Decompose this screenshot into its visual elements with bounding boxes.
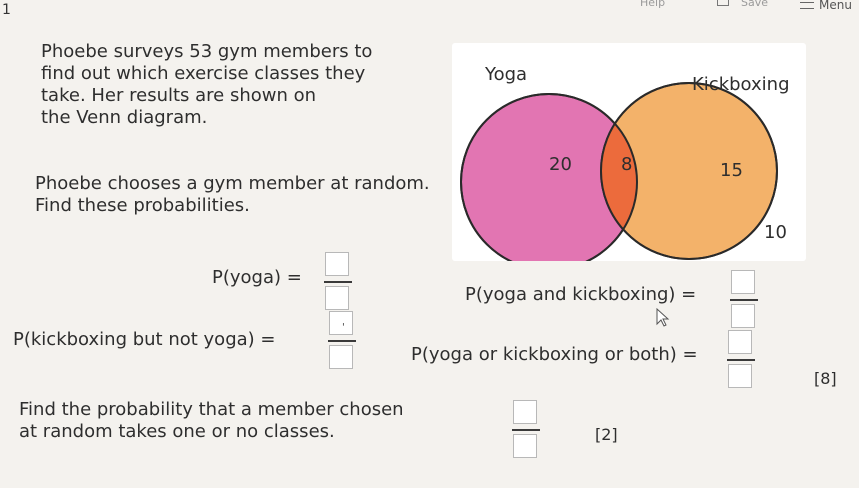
- p-yoga-or-kickboxing-numerator-input[interactable]: [728, 330, 752, 354]
- find-line-2: at random takes one or no classes.: [19, 421, 335, 442]
- p-yoga-and-kickboxing-denominator-input[interactable]: [731, 304, 755, 328]
- chooses-line-2: Find these probabilities.: [35, 195, 250, 216]
- intro-line-3: take. Her results are shown on: [41, 85, 317, 106]
- p-yoga-numerator-input[interactable]: [325, 252, 349, 276]
- both-value: 8: [621, 154, 632, 175]
- neither-value: 10: [764, 222, 787, 243]
- p-yoga-answer[interactable]: [324, 252, 352, 314]
- fraction-bar: [328, 340, 356, 342]
- p-yoga-and-kickboxing-answer[interactable]: [730, 270, 758, 332]
- p-yoga-or-kickboxing-label: P(yoga or kickboxing or both) =: [411, 344, 698, 365]
- p-yoga-and-kickboxing-label: P(yoga and kickboxing) =: [465, 284, 697, 305]
- fraction-bar: [730, 299, 758, 301]
- part-2-numerator-input[interactable]: [513, 400, 537, 424]
- p-yoga-or-kickboxing-answer[interactable]: [727, 330, 755, 392]
- part-2-denominator-input[interactable]: [513, 434, 537, 458]
- p-kickboxing-not-yoga-denominator-input[interactable]: [329, 345, 353, 369]
- save-button[interactable]: Save: [741, 0, 768, 9]
- menu-button[interactable]: Menu: [800, 0, 852, 12]
- top-bar: 1 Help Save Menu: [0, 0, 859, 22]
- venn-diagram: Yoga Kickboxing 20 8 15 10: [452, 43, 806, 261]
- intro-line-1: Phoebe surveys 53 gym members to: [41, 41, 373, 62]
- kickboxing-only-value: 15: [720, 160, 743, 181]
- numerator-entry: ': [342, 322, 345, 333]
- p-kickboxing-not-yoga-answer[interactable]: ': [328, 311, 356, 373]
- save-icon[interactable]: [717, 0, 729, 6]
- part-2-answer[interactable]: [512, 400, 540, 462]
- p-yoga-and-kickboxing-numerator-input[interactable]: [731, 270, 755, 294]
- yoga-label: Yoga: [484, 64, 527, 85]
- mouse-cursor-icon: [656, 308, 670, 327]
- fraction-bar: [512, 429, 540, 431]
- find-line-1: Find the probability that a member chose…: [19, 399, 404, 420]
- step-number: 1: [2, 2, 11, 18]
- p-yoga-or-kickboxing-denominator-input[interactable]: [728, 364, 752, 388]
- kickboxing-label: Kickboxing: [692, 74, 790, 95]
- p-yoga-label: P(yoga) =: [212, 267, 302, 288]
- marks-part-2: [2]: [595, 425, 618, 444]
- menu-label: Menu: [819, 0, 852, 12]
- fraction-bar: [727, 359, 755, 361]
- menu-icon: [800, 1, 814, 9]
- intro-line-4: the Venn diagram.: [41, 107, 208, 128]
- yoga-only-value: 20: [549, 154, 572, 175]
- p-kickboxing-not-yoga-label: P(kickboxing but not yoga) =: [13, 329, 276, 350]
- marks-part-1: [8]: [814, 369, 837, 388]
- help-button[interactable]: Help: [640, 0, 665, 9]
- p-yoga-denominator-input[interactable]: [325, 286, 349, 310]
- chooses-line-1: Phoebe chooses a gym member at random.: [35, 173, 430, 194]
- fraction-bar: [324, 281, 352, 283]
- p-kickboxing-not-yoga-numerator-input[interactable]: ': [329, 311, 353, 335]
- intro-line-2: find out which exercise classes they: [41, 63, 366, 84]
